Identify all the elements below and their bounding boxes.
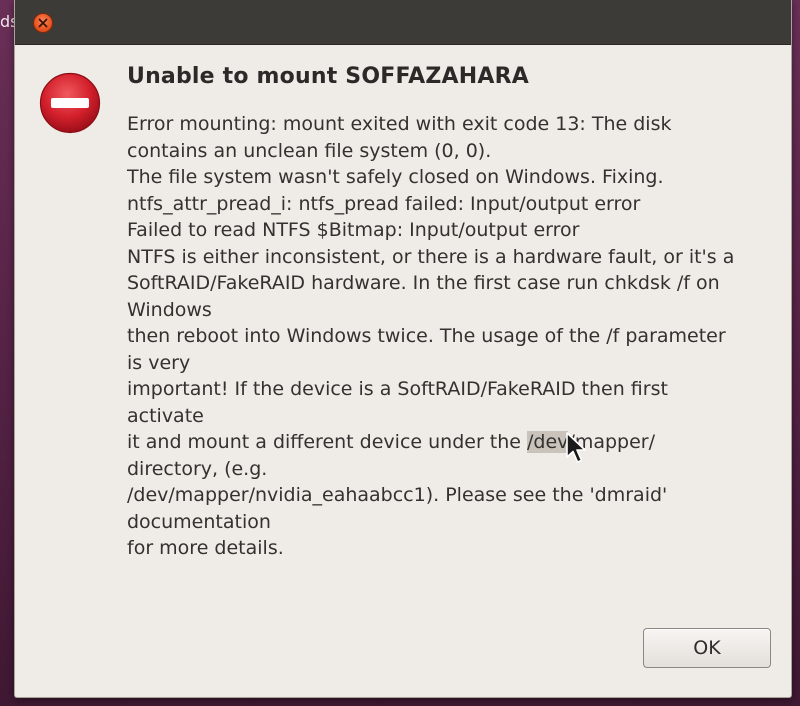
mouse-pointer-icon [566,432,586,463]
message-line: The file system wasn't safely closed on … [127,166,664,188]
message-line: /dev/mapper/nvidia_eahaabcc1). Please se… [127,484,668,506]
message-text: it and mount a different device under th… [127,431,528,453]
error-message: Error mounting: mount exited with exit c… [127,111,777,562]
message-line: ntfs_attr_pread_i: ntfs_pread failed: In… [127,192,641,215]
message-line: contains an unclean file system (0, 0). [127,139,492,162]
message-line: Windows [127,298,212,321]
message-line: it and mount a different device under th… [127,429,777,456]
message-line: NTFS is either inconsistent, or there is… [127,245,735,268]
message-line: Failed to read NTFS $Bitmap: Input/outpu… [127,219,580,241]
message-line: documentation [127,510,271,533]
error-dialog: Unable to mount SOFFAZAHARA Error mounti… [14,0,792,698]
message-line: directory, (e.g. [127,457,268,480]
message-line: Error mounting: mount exited with exit c… [127,113,672,135]
dialog-titlebar[interactable] [15,0,791,45]
message-line: then reboot into Windows twice. The usag… [127,325,726,347]
message-line: for more details. [127,537,284,559]
message-line: SoftRAID/FakeRAID hardware. In the first… [127,272,720,294]
dialog-heading: Unable to mount SOFFAZAHARA [127,64,529,89]
selected-text: /dev [527,431,569,453]
message-line: important! If the device is a SoftRAID/F… [127,378,668,400]
ok-button[interactable]: OK [643,628,771,668]
message-line: activate [127,404,204,427]
close-icon [38,18,48,28]
close-button[interactable] [33,13,53,33]
error-icon [39,72,101,134]
message-line: is very [127,351,191,374]
